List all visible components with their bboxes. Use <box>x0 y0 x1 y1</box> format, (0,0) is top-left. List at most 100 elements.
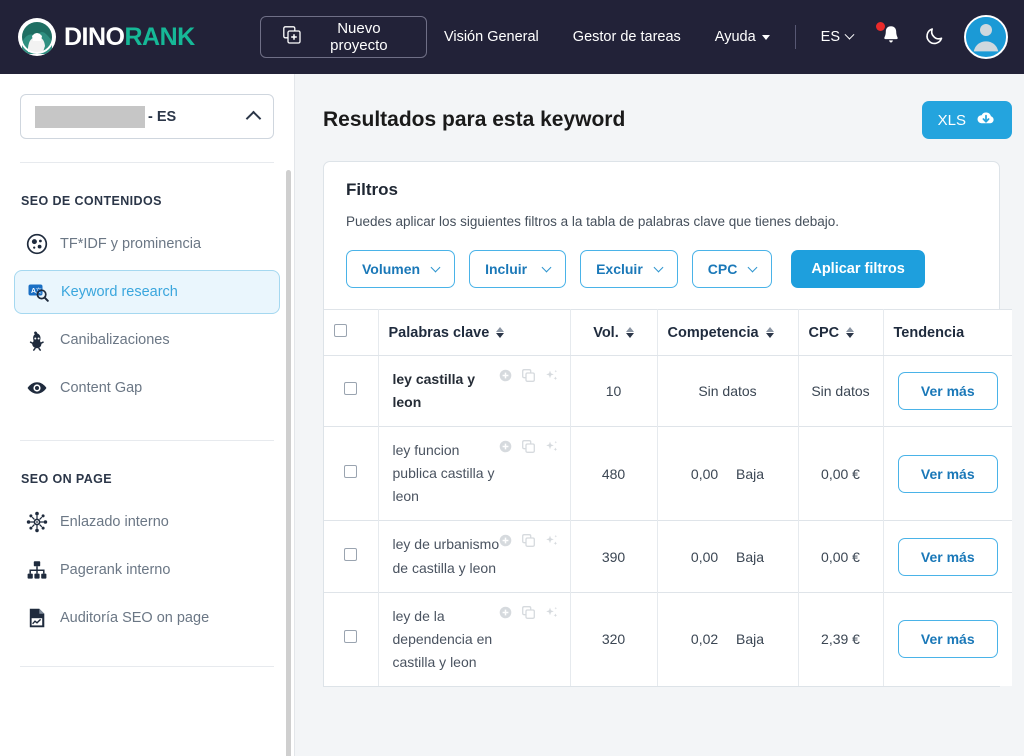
sort-icon[interactable] <box>496 327 505 338</box>
ver-mas-button[interactable]: Ver más <box>897 620 998 659</box>
sidebar-item-auditoria-seo-label: Auditoría SEO on page <box>60 610 210 626</box>
cloud-download-icon <box>976 109 996 131</box>
trend-cell: Ver más <box>883 426 1012 521</box>
competition-level: Baja <box>736 548 765 565</box>
row-checkbox[interactable] <box>344 464 358 478</box>
select-all-checkbox[interactable] <box>334 324 347 337</box>
sparkles-ai-icon[interactable] <box>545 534 558 552</box>
sort-icon[interactable] <box>846 327 855 338</box>
sidebar-item-content-gap-label: Content Gap <box>60 380 143 396</box>
col-volumen[interactable]: Vol. <box>570 309 658 356</box>
brand-name: DINORANK <box>64 22 196 51</box>
sidebar-item-canibalizaciones[interactable]: Canibalizaciones <box>14 318 280 362</box>
nav-gestor-de-tareas[interactable]: Gestor de tareas <box>556 29 698 45</box>
ver-mas-button[interactable]: Ver más <box>897 537 998 576</box>
sidebar-group-title-onpage: SEO ON PAGE <box>21 472 112 486</box>
add-circle-icon[interactable] <box>499 606 512 624</box>
sidebar-group-title-contenidos: SEO DE CONTENIDOS <box>21 194 162 208</box>
competition-value: 0,02 <box>690 631 719 648</box>
cpc-cell: 0,00 € <box>798 426 884 521</box>
top-navigation-bar: DINORANK Nuevo proyecto Visión General G… <box>0 0 1024 74</box>
nav-vision-general[interactable]: Visión General <box>427 29 556 45</box>
nav-ayuda[interactable]: Ayuda <box>698 29 787 45</box>
sparkles-ai-icon[interactable] <box>545 440 558 458</box>
add-circle-icon[interactable] <box>499 369 512 387</box>
project-selector[interactable]: - ES <box>20 94 274 139</box>
export-xls-button[interactable]: XLS <box>921 101 1012 139</box>
filter-incluir[interactable]: Incluir <box>469 250 567 288</box>
filter-cpc[interactable]: CPC <box>691 250 773 288</box>
col-cpc[interactable]: CPC <box>798 309 884 356</box>
sort-icon[interactable] <box>625 327 634 338</box>
table-row: ley castilla y leon 10 Sin datos Sin dat… <box>324 354 1012 427</box>
table-row: ley funcion publica castilla y leon 480 … <box>324 426 1012 521</box>
add-circle-icon[interactable] <box>499 534 512 552</box>
row-checkbox[interactable] <box>344 382 358 396</box>
sidebar-scrollbar[interactable] <box>286 170 291 756</box>
chevron-down-icon <box>761 34 770 40</box>
competition-value: 0,00 <box>690 548 719 565</box>
sparkles-ai-icon[interactable] <box>545 606 558 624</box>
project-name-redacted <box>35 105 145 128</box>
language-label: ES <box>820 29 840 45</box>
language-selector[interactable]: ES <box>804 29 870 45</box>
chevron-down-icon <box>430 262 441 273</box>
ver-mas-button[interactable]: Ver más <box>897 372 998 411</box>
brand-name-part2: RANK <box>124 22 196 51</box>
nav-divider <box>794 25 796 49</box>
copy-icon[interactable] <box>521 369 535 387</box>
row-checkbox[interactable] <box>344 630 358 644</box>
copy-icon[interactable] <box>521 440 535 458</box>
col-competencia[interactable]: Competencia <box>657 309 799 356</box>
keyword-text: ley de la dependencia en castilla y leon <box>392 607 493 670</box>
notifications-button[interactable] <box>870 21 912 51</box>
sort-icon[interactable] <box>765 327 774 338</box>
col-cpc-label: CPC <box>808 324 840 341</box>
notification-badge-dot <box>876 21 885 31</box>
filter-volumen[interactable]: Volumen <box>346 250 456 288</box>
apply-filters-button[interactable]: Aplicar filtros <box>791 250 925 288</box>
sidebar-divider <box>20 162 274 163</box>
row-checkbox[interactable] <box>344 547 358 561</box>
copy-icon[interactable] <box>521 605 535 624</box>
document-chart-icon <box>26 607 48 629</box>
ver-mas-button[interactable]: Ver más <box>897 454 998 493</box>
sidebar-item-enlazado-interno[interactable]: Enlazado interno <box>14 500 280 544</box>
row-select-cell <box>324 520 379 593</box>
select-all-header <box>324 309 379 356</box>
sidebar-item-pagerank-interno[interactable]: Pagerank interno <box>14 548 280 592</box>
sidebar-item-keyword-research-label: Keyword research <box>61 284 178 300</box>
sidebar-item-auditoria-seo[interactable]: Auditoría SEO on page <box>14 596 280 640</box>
sidebar-divider-3 <box>20 666 274 667</box>
new-project-button[interactable]: Nuevo proyecto <box>259 16 427 58</box>
dark-mode-toggle[interactable] <box>912 24 958 51</box>
row-select-cell <box>324 354 379 427</box>
user-avatar[interactable] <box>964 15 1008 59</box>
add-circle-icon[interactable] <box>499 440 512 458</box>
sparkles-ai-icon[interactable] <box>545 369 558 387</box>
filters-and-table-card: Filtros Puedes aplicar los siguientes fi… <box>323 161 1012 687</box>
user-avatar-icon <box>966 17 1006 55</box>
col-palabras-clave[interactable]: Palabras clave <box>378 309 571 356</box>
keyword-actions <box>499 605 558 624</box>
col-volumen-label: Vol. <box>593 324 619 341</box>
keyword-cell: ley de urbanismo de castilla y leon <box>378 520 571 593</box>
brand-logo[interactable]: DINORANK <box>18 18 254 56</box>
col-tendencia-label: Tendencia <box>893 324 965 341</box>
competition-level: Baja <box>736 631 765 648</box>
filters-section: Filtros Puedes aplicar los siguientes fi… <box>324 162 999 309</box>
filter-excluir-label: Excluir <box>596 261 643 277</box>
filter-cpc-label: CPC <box>707 261 738 277</box>
main-content: Resultados para esta keyword XLS Filtros… <box>295 74 1024 756</box>
table-row: ley de la dependencia en castilla y leon… <box>324 591 1012 686</box>
keyword-actions <box>499 369 558 387</box>
keyword-cell: ley castilla y leon <box>378 354 571 427</box>
copy-icon[interactable] <box>521 534 535 552</box>
sidebar-item-content-gap[interactable]: Content Gap <box>14 366 280 410</box>
sidebar-divider-2 <box>20 440 274 441</box>
sidebar-item-keyword-research[interactable]: A 文 Keyword research <box>14 270 280 314</box>
sidebar-item-tfidf[interactable]: TF*IDF y prominencia <box>14 222 280 266</box>
main-header: Resultados para esta keyword XLS <box>323 74 1012 161</box>
filter-excluir[interactable]: Excluir <box>580 250 678 288</box>
trend-cell: Ver más <box>883 591 1012 686</box>
